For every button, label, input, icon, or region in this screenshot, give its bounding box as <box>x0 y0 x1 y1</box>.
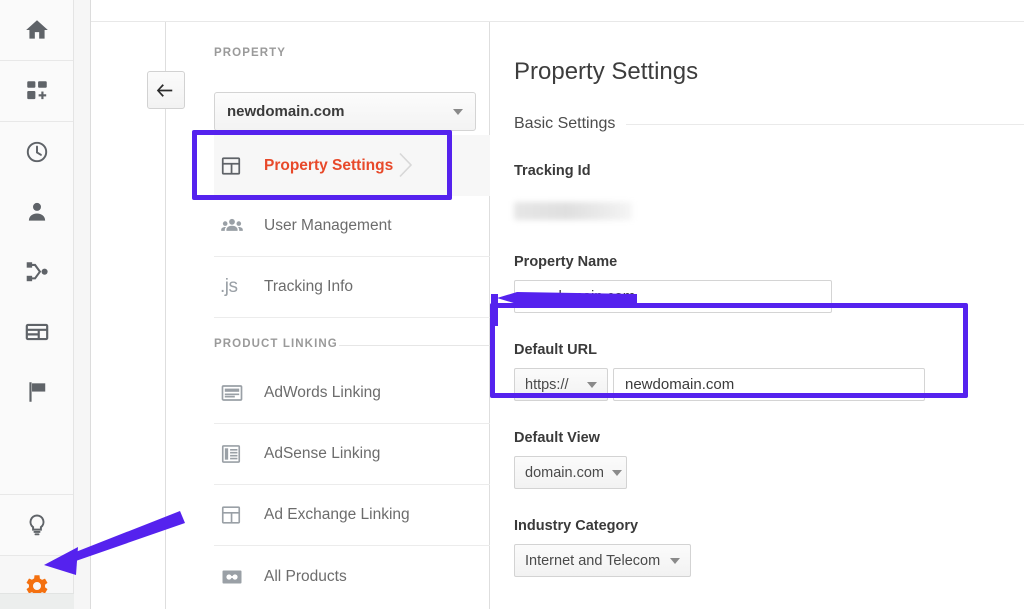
product-linking-section-label: PRODUCT LINKING <box>214 338 338 350</box>
adwords-card-icon <box>220 382 254 404</box>
property-settings-content: Property Settings Basic Settings Trackin… <box>491 22 1024 609</box>
rail-item-conversions[interactable] <box>0 362 73 422</box>
audience-person-icon <box>24 199 50 225</box>
default-url-scheme-value: https:// <box>525 376 569 393</box>
sidebar-label-adsense-linking: AdSense Linking <box>264 445 381 462</box>
sidebar-label-tracking-info: Tracking Info <box>264 278 354 295</box>
default-url-label: Default URL <box>514 342 597 358</box>
home-icon <box>24 17 50 43</box>
rail-group-customization <box>0 61 73 122</box>
rail-item-acquisition[interactable] <box>0 242 73 302</box>
rail-item-realtime[interactable] <box>0 122 73 182</box>
rail-spacer <box>0 422 73 494</box>
rail-item-customization[interactable] <box>0 61 73 121</box>
rail-item-home[interactable] <box>0 0 73 60</box>
industry-category-value: Internet and Telecom <box>525 552 661 569</box>
chevron-down-icon <box>611 469 622 476</box>
property-section-label: PROPERTY <box>214 47 287 59</box>
rail-group-reports <box>0 122 73 495</box>
property-name-input[interactable]: newdomain.com <box>514 280 832 313</box>
chevron-down-icon <box>670 557 680 564</box>
tracking-id-label: Tracking Id <box>514 163 591 179</box>
selected-nav-pointer-icon <box>398 152 414 183</box>
sidebar-item-all-products[interactable]: All Products <box>214 546 490 607</box>
chevron-down-icon <box>587 381 597 388</box>
ad-exchange-layout-icon <box>220 504 254 526</box>
conversions-flag-icon <box>24 379 50 405</box>
back-button[interactable] <box>147 71 185 109</box>
left-icon-rail <box>0 0 74 609</box>
sidebar-item-user-management[interactable]: User Management <box>214 196 490 257</box>
js-icon: .js <box>220 276 238 297</box>
rail-item-audience[interactable] <box>0 182 73 242</box>
customization-icon <box>24 78 50 104</box>
sidebar-item-tracking-info[interactable]: .js Tracking Info <box>214 257 490 318</box>
rail-bottom-strip <box>0 593 74 609</box>
behavior-layout-icon <box>24 319 50 345</box>
rail-group-home <box>0 0 73 61</box>
basic-settings-label: Basic Settings <box>514 115 616 132</box>
basic-settings-rule <box>626 124 1024 125</box>
rail-group-discover <box>0 495 73 556</box>
discover-bulb-icon <box>24 512 50 538</box>
back-arrow-icon <box>156 84 173 97</box>
product-linking-rule <box>339 345 490 346</box>
industry-category-select[interactable]: Internet and Telecom <box>514 544 691 577</box>
rail-seam-divider <box>74 0 91 609</box>
property-nav-panel: PROPERTY newdomain.com Property Settings <box>91 22 490 609</box>
realtime-clock-icon <box>24 139 50 165</box>
rail-item-discover[interactable] <box>0 495 73 555</box>
default-view-value: domain.com <box>525 464 604 481</box>
sidebar-item-ad-exchange-linking[interactable]: Ad Exchange Linking <box>214 485 490 546</box>
sidebar-label-ad-exchange-linking: Ad Exchange Linking <box>264 506 410 523</box>
property-name-label: Property Name <box>514 254 618 270</box>
sidebar-label-adwords-linking: AdWords Linking <box>264 384 381 401</box>
acquisition-share-icon <box>24 259 50 285</box>
sidebar-label-user-management: User Management <box>264 217 392 234</box>
property-layout-icon <box>220 155 254 177</box>
sidebar-label-property-settings: Property Settings <box>264 156 394 174</box>
sidebar-label-all-products: All Products <box>264 567 347 585</box>
sidebar-item-adwords-linking[interactable]: AdWords Linking <box>214 363 490 424</box>
property-selector-dropdown[interactable]: newdomain.com <box>214 92 476 131</box>
default-url-scheme-select[interactable]: https:// <box>514 368 608 401</box>
nav-vertical-rule <box>165 22 166 609</box>
adsense-list-icon <box>220 443 254 465</box>
property-selector-value: newdomain.com <box>227 103 345 120</box>
default-url-value: newdomain.com <box>625 376 735 393</box>
rail-item-behavior[interactable] <box>0 302 73 362</box>
screenshot-root: PROPERTY newdomain.com Property Settings <box>0 0 1024 609</box>
chevron-down-icon <box>453 108 463 115</box>
default-view-label: Default View <box>514 430 600 446</box>
property-name-value: newdomain.com <box>526 288 636 305</box>
breadcrumb-ghost-text <box>231 0 237 10</box>
tracking-id-redacted-value <box>514 202 632 220</box>
top-breadcrumb-strip <box>91 0 1024 22</box>
industry-category-label: Industry Category <box>514 518 639 534</box>
page-title: Property Settings <box>514 58 699 85</box>
default-url-input[interactable]: newdomain.com <box>613 368 925 401</box>
sidebar-item-adsense-linking[interactable]: AdSense Linking <box>214 424 490 485</box>
default-view-select[interactable]: domain.com <box>514 456 627 489</box>
sidebar-item-property-settings[interactable]: Property Settings <box>214 135 490 196</box>
all-products-link-icon <box>220 567 254 587</box>
users-group-icon <box>220 214 254 238</box>
